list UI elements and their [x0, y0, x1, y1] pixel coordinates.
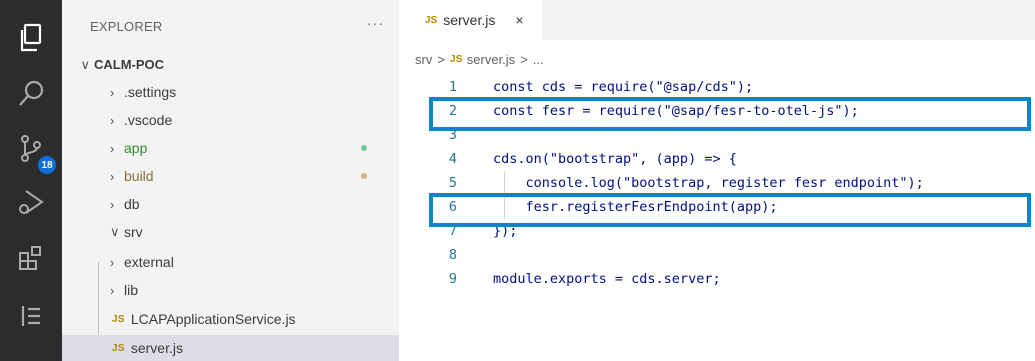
explorer-sidebar: EXPLORER ··· ∨ CALM-POC › .settings › .v…: [62, 0, 399, 361]
search-icon[interactable]: [0, 74, 62, 114]
tree-item-srv[interactable]: ∨ srv: [62, 220, 399, 244]
chevron-right-icon: ›: [110, 140, 115, 156]
tree-item-settings[interactable]: › .settings: [62, 80, 399, 104]
tree-item-server-js[interactable]: JS server.js: [62, 335, 399, 361]
close-icon[interactable]: ×: [515, 12, 523, 28]
tree-item-vscode[interactable]: › .vscode: [62, 108, 399, 132]
tree-item-label: external: [124, 254, 174, 270]
tree-item-label: db: [124, 196, 140, 212]
code-line: 9 module.exports = cds.server;: [399, 267, 1035, 291]
line-number: 9: [448, 271, 457, 287]
tree-item-label: server.js: [130, 340, 183, 356]
workspace-name: CALM-POC: [94, 56, 165, 72]
activity-bar: 18: [0, 0, 62, 361]
tree-item-lib[interactable]: › lib: [62, 278, 399, 302]
tab-label: server.js: [443, 12, 496, 28]
js-file-icon: JS: [112, 342, 125, 354]
code-line: 1 const cds = require("@sap/cds");: [399, 75, 1035, 99]
tree-item-lcap-service[interactable]: JS LCAPApplicationService.js: [62, 307, 399, 331]
code-line: 4 cds.on("bootstrap", (app) => {: [399, 147, 1035, 171]
tab-server-js[interactable]: JS server.js ×: [399, 0, 542, 40]
git-modified-dot: [361, 173, 367, 179]
tree-item-label: lib: [124, 282, 139, 298]
chevron-right-icon: ›: [110, 84, 115, 100]
tree-item-db[interactable]: › db: [62, 192, 399, 216]
code-line: 5 console.log("bootstrap, register fesr …: [399, 171, 1035, 195]
tree-item-label: LCAPApplicationService.js: [130, 311, 296, 327]
breadcrumb-folder[interactable]: srv: [415, 52, 432, 67]
breadcrumb-separator: >: [437, 52, 445, 67]
line-code: console.log("bootstrap, register fesr en…: [493, 175, 924, 191]
line-number: 5: [448, 175, 457, 191]
chevron-right-icon: ›: [110, 254, 115, 270]
chevron-right-icon: ›: [110, 282, 115, 298]
tree-item-external[interactable]: › external: [62, 250, 399, 274]
explorer-title: EXPLORER: [90, 19, 163, 34]
breadcrumb-separator: >: [520, 52, 528, 67]
line-number: 8: [448, 247, 457, 263]
workspace-section-header[interactable]: ∨ CALM-POC: [62, 52, 399, 76]
line-number: 4: [448, 151, 457, 167]
tab-bar: JS server.js ×: [399, 0, 1035, 40]
chevron-down-icon: ∨: [80, 56, 90, 72]
tree-item-label: .settings: [124, 84, 177, 100]
js-file-icon: JS: [112, 313, 125, 325]
line-code: module.exports = cds.server;: [493, 271, 721, 287]
explorer-icon[interactable]: [0, 18, 62, 58]
js-file-icon: JS: [449, 54, 463, 65]
breadcrumb: srv > JS server.js > ...: [415, 52, 544, 67]
tree-item-label: srv: [124, 224, 143, 240]
tree-item-label: app: [124, 140, 148, 156]
run-debug-icon[interactable]: [0, 182, 62, 222]
code-line: 8: [399, 243, 1035, 267]
js-file-icon: JS: [425, 14, 438, 26]
line-code: const cds = require("@sap/cds");: [493, 79, 754, 95]
breadcrumb-file[interactable]: server.js: [467, 52, 515, 67]
tree-item-label: build: [124, 168, 154, 184]
breadcrumb-symbol[interactable]: ...: [533, 52, 544, 67]
line-number: 1: [448, 79, 457, 95]
scm-badge: 18: [38, 156, 56, 174]
chevron-down-icon: ∨: [110, 224, 120, 239]
tree-item-build[interactable]: › build: [62, 164, 399, 188]
source-control-icon[interactable]: 18: [0, 128, 62, 174]
git-added-dot: [361, 145, 367, 151]
chevron-right-icon: ›: [110, 112, 115, 128]
chevron-right-icon: ›: [110, 168, 115, 184]
editor-area: JS server.js × srv > JS server.js > ... …: [399, 0, 1035, 361]
list-icon[interactable]: [0, 296, 62, 336]
line-code: cds.on("bootstrap", (app) => {: [493, 151, 737, 167]
tree-item-app[interactable]: › app: [62, 136, 399, 160]
chevron-right-icon: ›: [110, 196, 115, 212]
extensions-icon[interactable]: [0, 238, 62, 278]
more-actions-button[interactable]: ···: [367, 15, 384, 31]
tree-item-label: .vscode: [124, 112, 173, 128]
highlight-box-line-2: [429, 97, 1031, 131]
vscode-window: 18 EXPLORER ··· ∨ CALM-POC › .settings ›…: [0, 0, 1035, 361]
highlight-box-line-6: [429, 193, 1031, 227]
